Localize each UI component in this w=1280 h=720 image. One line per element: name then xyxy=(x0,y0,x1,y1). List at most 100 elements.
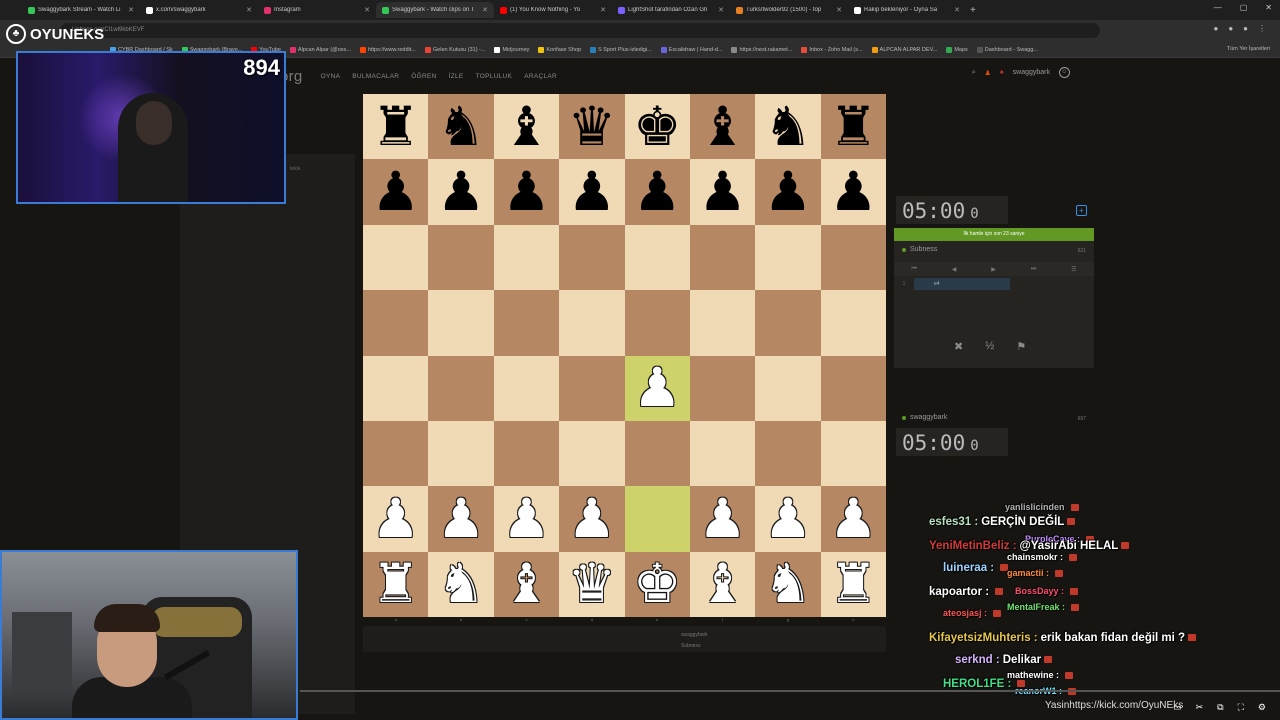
white-pawn-icon[interactable]: ♟ xyxy=(371,492,419,546)
square-c4[interactable] xyxy=(493,355,560,421)
chat-username[interactable]: chainsmokr : xyxy=(1007,552,1063,562)
square-f5[interactable] xyxy=(689,290,756,356)
tab-close-icon[interactable]: ✕ xyxy=(954,6,960,14)
white-pawn-icon[interactable]: ♟ xyxy=(829,492,877,546)
bookmark-item[interactable]: https://www.reddit... xyxy=(359,46,416,53)
black-knight-icon[interactable]: ♞ xyxy=(437,100,485,154)
white-rook-icon[interactable]: ♜ xyxy=(829,557,877,611)
menu-icon[interactable]: ⋮ xyxy=(1258,24,1266,33)
video-progress-bar[interactable] xyxy=(300,690,1280,692)
square-a8[interactable]: ♜ xyxy=(363,94,429,160)
chess-board[interactable]: ♜ ♞ ♝ ♛ ♚ ♝ ♞ ♜ ♟ ♟ ♟ ♟ ♟ ♟ ♟ ♟ ♟ ♟ ♟ ♟ ♟ ♟ ♟ ♟ ♜ ♞ ♝ ♛ ♚ ♝ ♞ ♜ xyxy=(363,94,886,617)
square-e1[interactable]: ♚ xyxy=(624,551,690,617)
draw-offer-icon[interactable]: ½ xyxy=(985,340,994,353)
square-b6[interactable] xyxy=(428,224,494,291)
white-bishop-icon[interactable]: ♝ xyxy=(502,557,550,611)
nav-item[interactable]: ÖĞREN xyxy=(411,73,436,80)
browser-tab[interactable]: (1) You Know Nothing - Yo ✕ xyxy=(494,2,612,18)
nav-item[interactable]: OYNA xyxy=(321,73,341,80)
square-e8[interactable]: ♚ xyxy=(624,94,690,160)
square-g2[interactable]: ♟ xyxy=(755,486,821,552)
chat-username[interactable]: ateosjasj : xyxy=(943,608,987,618)
nav-item[interactable]: BULMACALAR xyxy=(352,73,399,80)
chat-username[interactable]: yanlislicinden xyxy=(1005,502,1065,512)
black-rook-icon[interactable]: ♜ xyxy=(829,100,877,154)
chat-username[interactable]: HEROL1FE : xyxy=(943,678,1011,690)
square-c2[interactable]: ♟ xyxy=(493,486,560,552)
square-b1[interactable]: ♞ xyxy=(428,551,494,617)
chat-username[interactable]: gamactii : xyxy=(1007,568,1049,578)
new-tab-button[interactable]: + xyxy=(970,5,976,16)
settings-gear-icon[interactable]: ⚙ xyxy=(1258,702,1266,713)
chat-username[interactable]: esfes31 : xyxy=(929,516,978,528)
square-c6[interactable] xyxy=(493,224,560,291)
tab-close-icon[interactable]: ✕ xyxy=(482,6,488,14)
square-d2[interactable]: ♟ xyxy=(559,486,625,552)
chat-username[interactable]: BossDayy : xyxy=(1015,586,1064,596)
pip-icon[interactable]: ⧉ xyxy=(1217,702,1223,713)
square-e3[interactable] xyxy=(624,420,690,487)
extension-icon[interactable]: ● xyxy=(1228,24,1233,33)
first-move-icon[interactable]: ⏮ xyxy=(911,266,916,273)
bell-icon[interactable]: ♠ xyxy=(1000,69,1004,76)
square-d3[interactable] xyxy=(559,420,625,487)
bookmark-item[interactable]: Konfase Shop xyxy=(538,46,581,53)
square-a6[interactable] xyxy=(363,224,429,291)
expand-icon[interactable]: + xyxy=(1076,205,1087,216)
close-icon[interactable]: ✕ xyxy=(1265,3,1272,12)
square-e6[interactable] xyxy=(624,224,690,291)
black-pawn-icon[interactable]: ♟ xyxy=(568,165,616,219)
browser-tab[interactable]: LightShot tarafindan Ozan Gh ✕ xyxy=(612,2,730,18)
tab-close-icon[interactable]: ✕ xyxy=(718,6,724,14)
tab-close-icon[interactable]: ✕ xyxy=(600,6,606,14)
square-b2[interactable]: ♟ xyxy=(428,486,494,552)
square-f4[interactable] xyxy=(689,355,756,421)
browser-tab[interactable]: Turks/twolder92 (1500) - top ✕ xyxy=(730,2,848,18)
square-f7[interactable]: ♟ xyxy=(689,159,756,225)
square-a7[interactable]: ♟ xyxy=(363,159,429,225)
square-c1[interactable]: ♝ xyxy=(493,551,560,617)
square-c7[interactable]: ♟ xyxy=(493,159,560,225)
square-b5[interactable] xyxy=(428,290,494,356)
browser-tab[interactable]: Instagram ✕ xyxy=(258,2,376,18)
tab-close-icon[interactable]: ✕ xyxy=(836,6,842,14)
url-input[interactable]: Lichess.org/Cl1wl9kbKEVF xyxy=(60,23,1100,38)
square-h4[interactable] xyxy=(820,355,886,421)
black-bishop-icon[interactable]: ♝ xyxy=(698,100,746,154)
black-pawn-icon[interactable]: ♟ xyxy=(698,165,746,219)
fullscreen-icon[interactable]: ⛶ xyxy=(1238,702,1244,713)
square-c5[interactable] xyxy=(493,290,560,356)
chat-username[interactable]: serknd : xyxy=(955,654,1000,666)
square-h2[interactable]: ♟ xyxy=(820,486,886,552)
black-knight-icon[interactable]: ♞ xyxy=(764,100,812,154)
chat-username[interactable]: luineraa : xyxy=(943,562,994,574)
chat-username[interactable]: MentalFreak : xyxy=(1007,602,1065,612)
white-knight-icon[interactable]: ♞ xyxy=(764,557,812,611)
tab-close-icon[interactable]: ✕ xyxy=(364,6,370,14)
browser-tab[interactable]: Swaggybark Stream - Watch Li ✕ xyxy=(22,2,140,18)
browser-tab[interactable]: Rakip bekleniyor - Oyna Sa ✕ xyxy=(848,2,966,18)
search-icon[interactable]: ⌕ xyxy=(972,69,976,77)
square-d6[interactable] xyxy=(559,224,625,291)
notification-icon[interactable]: ♟ xyxy=(985,69,991,77)
square-b3[interactable] xyxy=(428,420,494,487)
square-d4[interactable] xyxy=(559,355,625,421)
black-queen-icon[interactable]: ♛ xyxy=(568,100,616,154)
square-b8[interactable]: ♞ xyxy=(428,94,494,160)
square-b4[interactable] xyxy=(428,355,494,421)
square-a3[interactable] xyxy=(363,420,429,487)
chat-username[interactable]: KifayetsizMuhteris : xyxy=(929,632,1038,644)
square-e5[interactable] xyxy=(624,290,690,356)
black-pawn-icon[interactable]: ♟ xyxy=(829,165,877,219)
bookmark-item[interactable]: https://nest.rakamet... xyxy=(731,46,792,53)
square-g6[interactable] xyxy=(755,224,821,291)
white-pawn-icon[interactable]: ♟ xyxy=(568,492,616,546)
white-pawn-icon[interactable]: ♟ xyxy=(437,492,485,546)
square-h1[interactable]: ♜ xyxy=(820,551,886,617)
tab-close-icon[interactable]: ✕ xyxy=(128,6,134,14)
square-d1[interactable]: ♛ xyxy=(559,551,625,617)
extension-icon[interactable]: ● xyxy=(1213,24,1218,33)
square-f2[interactable]: ♟ xyxy=(689,486,756,552)
self-player[interactable]: swaggybark xyxy=(902,414,947,421)
square-a1[interactable]: ♜ xyxy=(363,551,429,617)
